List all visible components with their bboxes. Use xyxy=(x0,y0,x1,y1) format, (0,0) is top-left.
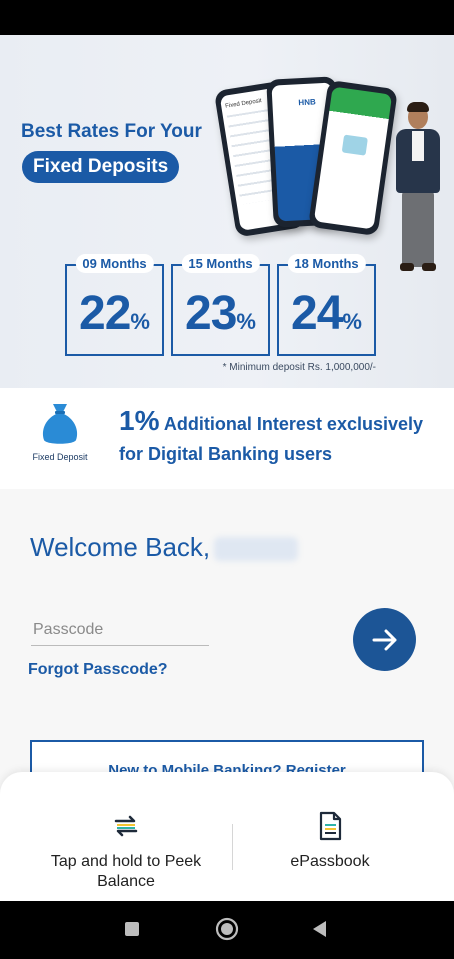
square-icon[interactable] xyxy=(125,922,139,936)
banner-title-pill: Fixed Deposits xyxy=(22,151,180,183)
sheet-divider xyxy=(232,824,233,870)
promo-text: for Digital Banking users xyxy=(119,444,333,464)
promo-text: Additional Interest exclusively xyxy=(163,414,424,434)
epassbook-button[interactable]: ePassbook xyxy=(250,810,410,872)
phone-screen-label: Fixed Deposit xyxy=(224,98,263,110)
rate-number: 24 xyxy=(291,287,343,340)
passcode-input[interactable] xyxy=(31,614,209,646)
login-submit-button[interactable] xyxy=(353,608,416,671)
arrow-right-icon xyxy=(372,629,396,650)
hnb-logo: HNB xyxy=(298,97,316,108)
rate-box-15-months: 15 Months 23% xyxy=(171,254,270,356)
document-icon xyxy=(319,811,342,841)
peek-balance-button[interactable]: Tap and hold to Peek Balance xyxy=(46,810,206,892)
rate-box-9-months: 09 Months 22% xyxy=(65,254,164,356)
rate-percent: % xyxy=(130,309,150,334)
rate-number: 22 xyxy=(79,287,131,340)
rate-term: 09 Months xyxy=(75,254,154,273)
welcome-heading: Welcome Back, xyxy=(30,532,299,563)
quick-actions-sheet: Tap and hold to Peek Balance ePassbook xyxy=(0,772,454,901)
digital-interest-promo[interactable]: Fixed Deposit 1% Additional Interest exc… xyxy=(0,388,454,489)
person-illustration xyxy=(390,95,446,275)
status-bar xyxy=(0,0,454,35)
minimum-deposit-note: * Minimum deposit Rs. 1,000,000/- xyxy=(222,362,376,373)
epassbook-label: ePassbook xyxy=(290,853,370,870)
blurred-user-name xyxy=(214,537,299,562)
promo-highlight: 1% xyxy=(119,405,160,436)
circle-icon[interactable] xyxy=(215,917,239,941)
promo-banner[interactable]: Best Rates For Your Fixed Deposits Fixed… xyxy=(0,35,454,388)
triangle-back-icon[interactable] xyxy=(311,919,327,939)
peek-balance-label: Tap and hold to Peek Balance xyxy=(50,853,202,890)
rate-term: 15 Months xyxy=(181,254,260,273)
system-nav-bar xyxy=(0,901,454,959)
welcome-text: Welcome Back, xyxy=(30,532,211,562)
rate-term: 18 Months xyxy=(287,254,366,273)
swap-arrows-icon xyxy=(114,815,138,837)
rate-box-18-months: 18 Months 24% xyxy=(277,254,376,356)
rate-number: 23 xyxy=(185,287,237,340)
fixed-deposit-label: Fixed Deposit xyxy=(32,452,88,462)
banner-title: Best Rates For Your xyxy=(21,121,202,142)
rate-percent: % xyxy=(236,309,256,334)
forgot-passcode-link[interactable]: Forgot Passcode? xyxy=(28,661,168,679)
rate-percent: % xyxy=(342,309,362,334)
money-bag-icon xyxy=(42,404,78,444)
